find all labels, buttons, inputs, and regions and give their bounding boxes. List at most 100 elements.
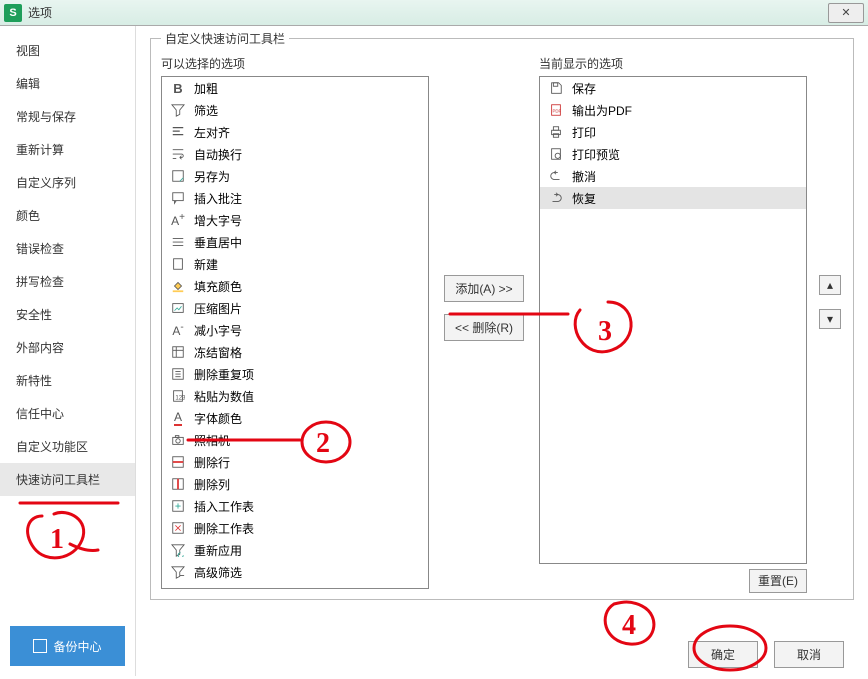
current-options-listbox[interactable]: 保存 PDF输出为PDF 打印打印预览撤消恢复 (539, 76, 807, 564)
list-item-label: 填充颜色 (194, 278, 242, 295)
print-preview-icon (548, 146, 564, 162)
ok-button[interactable]: 确定 (688, 641, 758, 668)
available-item[interactable]: A+增大字号 (162, 209, 428, 231)
available-item[interactable]: 另存为 (162, 165, 428, 187)
list-item-label: 保存 (572, 80, 596, 97)
current-item[interactable]: 恢复 (540, 187, 806, 209)
insert-sheet-icon (170, 498, 186, 514)
available-item[interactable]: 筛选 (162, 99, 428, 121)
available-item[interactable]: 垂直居中 (162, 231, 428, 253)
sidebar-item-11[interactable]: 信任中心 (0, 397, 135, 430)
sidebar-item-9[interactable]: 外部内容 (0, 331, 135, 364)
sidebar-item-4[interactable]: 自定义序列 (0, 166, 135, 199)
list-item-label: 打印 (572, 124, 596, 141)
available-item[interactable]: 新建 (162, 253, 428, 275)
wrap-text-icon (170, 146, 186, 162)
available-item[interactable]: 删除列 (162, 473, 428, 495)
sidebar-item-1[interactable]: 编辑 (0, 67, 135, 100)
move-down-button[interactable]: ▾ (819, 309, 841, 329)
list-item-label: 筛选 (194, 102, 218, 119)
available-item[interactable]: 重新应用 (162, 539, 428, 561)
increase-font-icon: A+ (170, 212, 186, 228)
bold-icon: B (170, 80, 186, 96)
available-item[interactable]: 删除工作表 (162, 517, 428, 539)
list-item-label: 照相机 (194, 432, 230, 449)
insert-comment-icon (170, 190, 186, 206)
list-item-label: 冻结窗格 (194, 344, 242, 361)
sidebar-nav-list: 视图编辑常规与保存重新计算自定义序列颜色错误检查拼写检查安全性外部内容新特性信任… (0, 34, 135, 616)
vertical-center-icon (170, 234, 186, 250)
move-up-button[interactable]: ▴ (819, 275, 841, 295)
sidebar-item-5[interactable]: 颜色 (0, 199, 135, 232)
current-list-label: 当前显示的选项 (539, 55, 807, 72)
current-item[interactable]: 撤消 (540, 165, 806, 187)
sidebar-item-10[interactable]: 新特性 (0, 364, 135, 397)
fill-color-icon (170, 278, 186, 294)
available-item[interactable]: 插入工作表 (162, 495, 428, 517)
freeze-panes-icon (170, 344, 186, 360)
redo-icon (548, 190, 564, 206)
camera-icon (170, 432, 186, 448)
group-legend: 自定义快速访问工具栏 (161, 30, 289, 47)
save-icon (548, 80, 564, 96)
delete-column-icon (170, 476, 186, 492)
sidebar-item-6[interactable]: 错误检查 (0, 232, 135, 265)
available-item[interactable]: 压缩图片 (162, 297, 428, 319)
sidebar-item-0[interactable]: 视图 (0, 34, 135, 67)
backup-icon (33, 639, 47, 653)
available-item[interactable]: 填充颜色 (162, 275, 428, 297)
available-item[interactable]: A-减小字号 (162, 319, 428, 341)
available-item[interactable]: A字体颜色 (162, 407, 428, 429)
available-item[interactable]: 123 粘贴为数值 (162, 385, 428, 407)
sidebar-item-13[interactable]: 快速访问工具栏 (0, 463, 135, 496)
available-item[interactable]: 插入批注 (162, 187, 428, 209)
available-item[interactable]: 自动换行 (162, 143, 428, 165)
align-left-icon (170, 124, 186, 140)
available-item[interactable]: 删除重复项 (162, 363, 428, 385)
list-item-label: 重新应用 (194, 542, 242, 559)
delete-row-icon (170, 454, 186, 470)
list-item-label: 插入工作表 (194, 498, 254, 515)
cancel-button[interactable]: 取消 (774, 641, 844, 668)
backup-label: 备份中心 (53, 638, 101, 655)
add-button[interactable]: 添加(A) >> (444, 275, 524, 302)
font-color-icon: A (170, 410, 186, 426)
sidebar-item-12[interactable]: 自定义功能区 (0, 430, 135, 463)
available-item[interactable]: 左对齐 (162, 121, 428, 143)
list-item-label: 撤消 (572, 168, 596, 185)
list-item-label: 加粗 (194, 80, 218, 97)
list-item-label: 自动换行 (194, 146, 242, 163)
sidebar-item-7[interactable]: 拼写检查 (0, 265, 135, 298)
available-item[interactable]: B 加粗 (162, 77, 428, 99)
export-pdf-icon: PDF (548, 102, 564, 118)
compress-image-icon (170, 300, 186, 316)
backup-center-button[interactable]: 备份中心 (10, 626, 125, 666)
new-doc-icon (170, 256, 186, 272)
window-title: 选项 (28, 4, 52, 21)
list-item-label: 粘贴为数值 (194, 388, 254, 405)
current-item[interactable]: 打印预览 (540, 143, 806, 165)
available-item[interactable]: 删除行 (162, 451, 428, 473)
svg-text:123: 123 (175, 395, 185, 402)
sidebar-item-3[interactable]: 重新计算 (0, 133, 135, 166)
sidebar-item-8[interactable]: 安全性 (0, 298, 135, 331)
window-close-button[interactable]: ✕ (828, 3, 864, 23)
current-item[interactable]: PDF输出为PDF (540, 99, 806, 121)
decrease-font-icon: A- (170, 322, 186, 338)
available-item[interactable]: 照相机 (162, 429, 428, 451)
remove-button[interactable]: << 删除(R) (444, 314, 524, 341)
list-item-label: 删除列 (194, 476, 230, 493)
paste-values-icon: 123 (170, 388, 186, 404)
available-item[interactable]: 高级筛选 (162, 561, 428, 583)
list-item-label: 左对齐 (194, 124, 230, 141)
available-item[interactable]: 冻结窗格 (162, 341, 428, 363)
app-logo-icon: S (4, 4, 22, 22)
filter-icon (170, 102, 186, 118)
reset-button[interactable]: 重置(E) (749, 569, 807, 593)
available-options-listbox[interactable]: B加粗筛选左对齐自动换行另存为插入批注A+增大字号垂直居中新建填充颜色压缩图片A… (161, 76, 429, 589)
current-item[interactable]: 打印 (540, 121, 806, 143)
current-item[interactable]: 保存 (540, 77, 806, 99)
sidebar-item-2[interactable]: 常规与保存 (0, 100, 135, 133)
save-as-icon (170, 168, 186, 184)
delete-sheet-icon (170, 520, 186, 536)
